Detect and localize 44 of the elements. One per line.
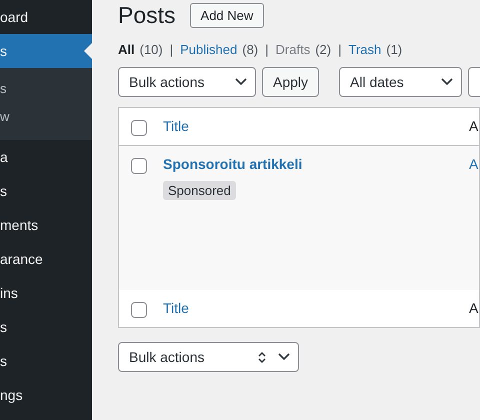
separator: | <box>265 42 269 57</box>
checkbox[interactable] <box>131 120 147 136</box>
menu-item[interactable]: s <box>0 310 92 344</box>
view-count: (1) <box>386 42 402 57</box>
submenu-item[interactable]: w <box>0 102 92 130</box>
view-filter-link[interactable]: Published <box>180 42 238 57</box>
view-filter-link[interactable]: All <box>118 42 135 57</box>
separator: | <box>170 42 174 57</box>
title-column-header[interactable]: Title <box>163 118 189 134</box>
menu-item[interactable]: s <box>0 34 92 68</box>
menu-item[interactable]: a <box>0 140 92 174</box>
current-pointer-icon <box>84 43 92 59</box>
sponsored-tag: Sponsored <box>163 181 236 200</box>
bulk-actions-select[interactable]: Bulk actions <box>118 67 256 97</box>
menu-item[interactable]: ins <box>0 276 92 310</box>
menu-item[interactable]: s <box>0 174 92 208</box>
checkbox[interactable] <box>131 158 147 174</box>
add-new-button[interactable]: Add New <box>190 2 264 28</box>
sort-arrows-icon <box>258 352 266 362</box>
view-count: (10) <box>140 42 163 57</box>
menu-item[interactable]: oard <box>0 0 92 34</box>
view-count: (8) <box>242 42 258 57</box>
dates-select[interactable]: All dates <box>339 67 462 97</box>
view-count: (2) <box>315 42 332 57</box>
column-footer: A <box>469 300 479 316</box>
view-filter-link[interactable]: Drafts <box>276 42 310 57</box>
view-filter-link[interactable]: Trash <box>348 42 382 57</box>
chevron-down-icon <box>441 78 454 86</box>
column-header: A <box>469 118 479 134</box>
menu-item[interactable]: ments <box>0 208 92 242</box>
title-column-footer[interactable]: Title <box>163 300 189 316</box>
menu-item[interactable]: ngs <box>0 378 92 412</box>
post-title-link[interactable]: Sponsoroitu artikkeli <box>163 156 302 172</box>
menu-item[interactable]: arance <box>0 242 92 276</box>
page-title: Posts <box>118 2 176 28</box>
submenu-item[interactable]: s <box>0 74 92 102</box>
menu-item[interactable]: s <box>0 344 92 378</box>
bulk-actions-select[interactable]: Bulk actions <box>118 342 299 372</box>
chevron-down-icon <box>278 353 290 361</box>
checkbox[interactable] <box>131 302 147 318</box>
table-cell[interactable]: A <box>469 156 479 172</box>
separator: | <box>338 42 342 57</box>
apply-button[interactable]: Apply <box>262 67 320 97</box>
chevron-down-icon <box>235 78 247 86</box>
